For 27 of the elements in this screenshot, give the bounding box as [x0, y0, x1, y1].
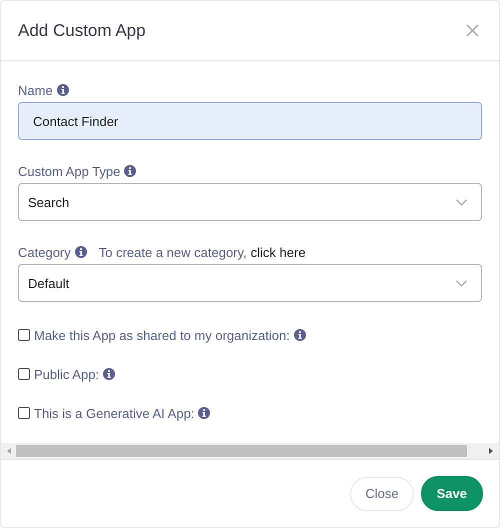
info-icon: [103, 368, 116, 380]
info-icon: [124, 165, 136, 177]
checkbox-label: This is a Generative AI App:: [34, 406, 194, 420]
info-icon: [198, 407, 210, 419]
chevron-down-icon: [456, 198, 467, 206]
horizontal-scrollbar[interactable]: [1, 443, 499, 459]
checkbox-label: Make this App as shared to my organization:: [34, 328, 290, 342]
field-hint: To create a new category,: [98, 244, 247, 260]
create-category-link[interactable]: click here: [250, 244, 306, 260]
dialog-title: Add Custom App: [18, 20, 146, 40]
info-icon: [74, 246, 87, 258]
info-icon: [294, 329, 306, 341]
select-field[interactable]: Default: [18, 264, 482, 302]
checkbox[interactable]: [18, 368, 30, 380]
info-icon: [56, 84, 69, 96]
checkbox[interactable]: [18, 329, 30, 341]
close-button[interactable]: Close: [350, 476, 414, 510]
scroll-right-icon[interactable]: [487, 447, 495, 455]
name-input[interactable]: Contact Finder: [18, 102, 482, 140]
field-label: Custom App Type: [18, 164, 120, 178]
select-field[interactable]: Search: [18, 183, 482, 221]
checkbox[interactable]: [18, 407, 30, 419]
checkbox-label: Public App:: [34, 366, 100, 382]
save-button[interactable]: Save: [420, 476, 483, 511]
field-label: Category: [18, 244, 71, 260]
chevron-down-icon: [456, 280, 467, 286]
field-label: Name: [18, 82, 53, 98]
